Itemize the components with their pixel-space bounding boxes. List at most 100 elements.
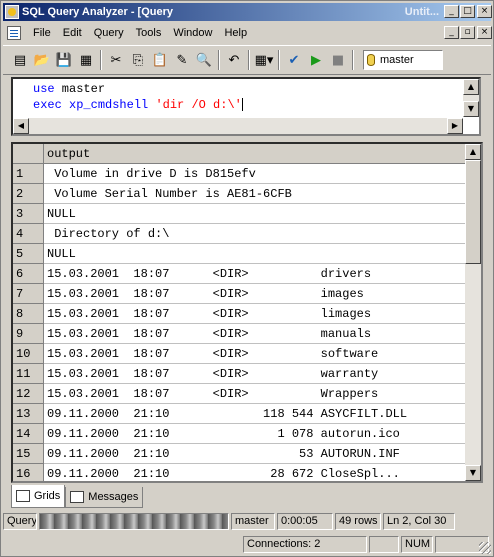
table-row[interactable]: 8 15.03.2001 18:07 <DIR> limages	[13, 304, 467, 324]
output-cell[interactable]: 09.11.2000 21:10 53 AUTORUN.INF	[44, 444, 467, 464]
document-icon[interactable]	[7, 25, 21, 40]
menu-window[interactable]: Window	[167, 27, 218, 39]
output-cell[interactable]: 09.11.2000 21:10 28 672 CloseSpl...	[44, 464, 467, 481]
output-cell[interactable]: 15.03.2001 18:07 <DIR> limages	[44, 304, 467, 324]
status-database: master	[231, 513, 275, 530]
menu-query[interactable]: Query	[88, 27, 130, 39]
query-editor[interactable]: use master exec xp_cmdshell 'dir /O d:\'…	[11, 77, 481, 136]
menu-edit[interactable]: Edit	[57, 27, 88, 39]
row-number[interactable]: 14	[13, 424, 44, 444]
menu-tools[interactable]: Tools	[130, 27, 168, 39]
scroll-up-icon[interactable]: ▲	[463, 79, 479, 95]
cancel-icon[interactable]: ■	[327, 49, 349, 71]
table-row[interactable]: 4 Directory of d:\	[13, 224, 467, 244]
new-query-icon[interactable]: ▤	[9, 49, 31, 71]
minimize-button[interactable]: _	[444, 5, 459, 18]
row-number[interactable]: 3	[13, 204, 44, 224]
scroll-thumb[interactable]	[465, 160, 481, 264]
output-cell[interactable]: Directory of d:\	[44, 224, 467, 244]
save-icon[interactable]: 💾	[53, 49, 75, 71]
row-number[interactable]: 11	[13, 364, 44, 384]
scroll-up-icon[interactable]: ▲	[465, 144, 481, 160]
grid-corner[interactable]	[13, 144, 44, 164]
resize-grip[interactable]	[479, 542, 491, 554]
table-row[interactable]: 3 NULL	[13, 204, 467, 224]
scroll-down-icon[interactable]: ▼	[465, 465, 481, 481]
editor-horizontal-scrollbar[interactable]: ◀ ▶	[13, 118, 463, 134]
output-cell[interactable]: 15.03.2001 18:07 <DIR> software	[44, 344, 467, 364]
row-number[interactable]: 4	[13, 224, 44, 244]
scroll-down-icon[interactable]: ▼	[463, 101, 479, 117]
table-row[interactable]: 9 15.03.2001 18:07 <DIR> manuals	[13, 324, 467, 344]
grid-vertical-scrollbar[interactable]: ▲ ▼	[465, 144, 481, 481]
scroll-right-icon[interactable]: ▶	[447, 118, 463, 134]
copy-icon[interactable]: ⎘	[127, 49, 149, 71]
output-cell[interactable]: Volume in drive D is D815efv	[44, 164, 467, 184]
output-cell[interactable]: 15.03.2001 18:07 <DIR> manuals	[44, 324, 467, 344]
output-cell[interactable]: Volume Serial Number is AE81-6CFB	[44, 184, 467, 204]
output-cell[interactable]: 15.03.2001 18:07 <DIR> drivers	[44, 264, 467, 284]
cut-icon[interactable]: ✂	[105, 49, 127, 71]
editor-vertical-scrollbar[interactable]: ▲ ▼	[463, 79, 479, 117]
find-icon[interactable]: 🔍	[193, 49, 215, 71]
table-row[interactable]: 15 09.11.2000 21:10 53 AUTORUN.INF	[13, 444, 467, 464]
maximize-button[interactable]: □	[460, 5, 475, 18]
table-row[interactable]: 7 15.03.2001 18:07 <DIR> images	[13, 284, 467, 304]
table-row[interactable]: 5 NULL	[13, 244, 467, 264]
row-number[interactable]: 8	[13, 304, 44, 324]
table-row[interactable]: 10 15.03.2001 18:07 <DIR> software	[13, 344, 467, 364]
row-number[interactable]: 12	[13, 384, 44, 404]
output-cell[interactable]: NULL	[44, 204, 467, 224]
table-row[interactable]: 6 15.03.2001 18:07 <DIR> drivers	[13, 264, 467, 284]
title-bar[interactable]: SQL Query Analyzer - [Query Untit...	[3, 3, 491, 21]
results-grid[interactable]: output 1 Volume in drive D is D815efv 2 V…	[11, 142, 483, 483]
row-number[interactable]: 15	[13, 444, 44, 464]
row-number[interactable]: 5	[13, 244, 44, 264]
paste-icon[interactable]: 📋	[149, 49, 171, 71]
output-cell[interactable]: 09.11.2000 21:10 1 078 autorun.ico	[44, 424, 467, 444]
open-icon[interactable]: 📂	[31, 49, 53, 71]
row-number[interactable]: 1	[13, 164, 44, 184]
grid-header: output	[13, 144, 467, 164]
mdi-restore-button[interactable]: ▫	[460, 26, 475, 39]
clear-icon[interactable]: ✎	[171, 49, 193, 71]
menu-file[interactable]: File	[27, 27, 57, 39]
undo-icon[interactable]: ↶	[223, 49, 245, 71]
status-position: Ln 2, Col 30	[383, 513, 455, 530]
tab-grids[interactable]: Grids	[11, 485, 66, 508]
close-button[interactable]: ×	[477, 5, 492, 18]
row-number[interactable]: 16	[13, 464, 44, 481]
execute-icon[interactable]: ▶	[305, 49, 327, 71]
row-number[interactable]: 6	[13, 264, 44, 284]
menu-help[interactable]: Help	[218, 27, 253, 39]
row-number[interactable]: 10	[13, 344, 44, 364]
row-number[interactable]: 2	[13, 184, 44, 204]
scroll-left-icon[interactable]: ◀	[13, 118, 29, 134]
table-row[interactable]: 11 15.03.2001 18:07 <DIR> warranty	[13, 364, 467, 384]
mdi-minimize-button[interactable]: _	[444, 26, 459, 39]
column-header-output[interactable]: output	[44, 144, 467, 164]
application-status-bar: Connections: 2 NUM	[3, 536, 491, 555]
output-cell[interactable]: NULL	[44, 244, 467, 264]
result-tabs: Grids Messages	[11, 485, 144, 509]
table-row[interactable]: 2 Volume Serial Number is AE81-6CFB	[13, 184, 467, 204]
tab-messages[interactable]: Messages	[65, 487, 144, 508]
output-cell[interactable]: 15.03.2001 18:07 <DIR> Wrappers	[44, 384, 467, 404]
table-row[interactable]: 16 09.11.2000 21:10 28 672 CloseSpl...	[13, 464, 467, 481]
row-number[interactable]: 9	[13, 324, 44, 344]
parse-icon[interactable]: ✔	[283, 49, 305, 71]
mdi-close-button[interactable]: ×	[477, 26, 492, 39]
app-icon[interactable]	[5, 5, 19, 19]
table-row[interactable]: 1 Volume in drive D is D815efv	[13, 164, 467, 184]
table-row[interactable]: 13 09.11.2000 21:10 118 544 ASYCFILT.DLL	[13, 404, 467, 424]
output-cell[interactable]: 09.11.2000 21:10 118 544 ASYCFILT.DLL	[44, 404, 467, 424]
table-row[interactable]: 12 15.03.2001 18:07 <DIR> Wrappers	[13, 384, 467, 404]
row-number[interactable]: 7	[13, 284, 44, 304]
table-row[interactable]: 14 09.11.2000 21:10 1 078 autorun.ico	[13, 424, 467, 444]
load-script-icon[interactable]: ▦	[75, 49, 97, 71]
output-cell[interactable]: 15.03.2001 18:07 <DIR> images	[44, 284, 467, 304]
results-mode-icon[interactable]: ▦▾	[253, 49, 275, 71]
row-number[interactable]: 13	[13, 404, 44, 424]
database-select[interactable]: master	[363, 50, 443, 70]
output-cell[interactable]: 15.03.2001 18:07 <DIR> warranty	[44, 364, 467, 384]
